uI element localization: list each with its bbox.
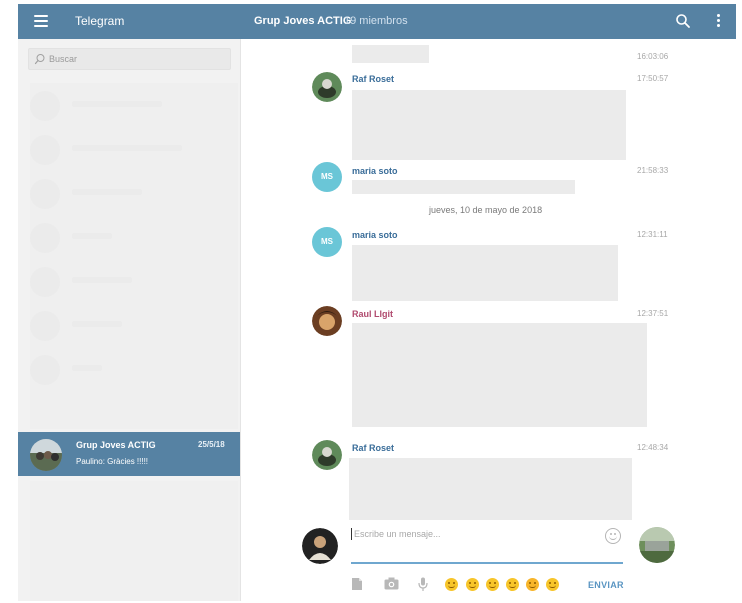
avatar[interactable]: MS bbox=[312, 227, 342, 257]
more-options-icon[interactable] bbox=[715, 14, 721, 30]
grin-emoji-icon[interactable] bbox=[466, 578, 479, 591]
message-time: 16:03:06 bbox=[637, 52, 669, 61]
active-chat-date: 25/5/18 bbox=[198, 440, 225, 449]
text-caret bbox=[351, 528, 352, 540]
message-content-blurred bbox=[352, 90, 626, 160]
message-content-blurred bbox=[352, 245, 618, 301]
search-placeholder: Buscar bbox=[49, 54, 78, 64]
avatar[interactable]: MS bbox=[312, 162, 342, 192]
message-sender[interactable]: maria soto bbox=[352, 166, 398, 176]
group-avatar bbox=[30, 439, 62, 471]
message-content-blurred bbox=[349, 458, 632, 520]
active-chat-name: Grup Joves ACTIG bbox=[76, 440, 156, 450]
peer-avatar[interactable] bbox=[639, 527, 675, 563]
smile-emoji-icon[interactable] bbox=[445, 578, 458, 591]
chat-title[interactable]: Grup Joves ACTIG bbox=[254, 15, 351, 27]
camera-icon[interactable] bbox=[384, 577, 399, 590]
active-chat-item[interactable]: Grup Joves ACTIG 25/5/18 Paulino: Gràcie… bbox=[18, 432, 240, 476]
message-sender[interactable]: Raf Roset bbox=[352, 443, 394, 453]
message-time: 12:31:11 bbox=[637, 230, 668, 239]
list-item[interactable] bbox=[28, 351, 228, 391]
heart-eyes-emoji-icon[interactable] bbox=[526, 578, 539, 591]
message-time: 17:50:57 bbox=[637, 74, 669, 83]
message-sender[interactable]: Raul Llgit bbox=[352, 309, 393, 319]
emoji-picker-icon[interactable] bbox=[605, 528, 621, 544]
message-content-blurred bbox=[352, 45, 429, 63]
message-time: 21:58:33 bbox=[637, 166, 669, 175]
list-item[interactable] bbox=[28, 307, 228, 347]
list-item[interactable] bbox=[28, 87, 228, 127]
chat-list-sidebar: Buscar Grup Joves ACTIG 25/5/18 Paulino:… bbox=[18, 39, 241, 601]
message-time: 12:37:51 bbox=[637, 309, 669, 318]
microphone-icon[interactable] bbox=[418, 577, 428, 592]
app-title: Telegram bbox=[75, 14, 125, 28]
message-sender[interactable]: maria soto bbox=[352, 230, 398, 240]
sad-emoji-icon[interactable] bbox=[506, 578, 519, 591]
message-input[interactable]: Escribe un mensaje... bbox=[351, 524, 623, 564]
blush-emoji-icon[interactable] bbox=[486, 578, 499, 591]
date-separator: jueves, 10 de mayo de 2018 bbox=[429, 205, 543, 215]
list-item[interactable] bbox=[28, 175, 228, 215]
list-item[interactable] bbox=[28, 131, 228, 171]
top-bar: Telegram Grup Joves ACTIG 19 miembros bbox=[18, 4, 736, 39]
send-button[interactable]: ENVIAR bbox=[588, 580, 624, 590]
message-content-blurred bbox=[352, 323, 647, 427]
active-chat-preview: Paulino: Gràcies !!!!! bbox=[76, 457, 149, 466]
blurred-chat-list-bottom bbox=[30, 481, 238, 601]
grimace-emoji-icon[interactable] bbox=[546, 578, 559, 591]
chat-members-count[interactable]: 19 miembros bbox=[344, 15, 408, 27]
list-item[interactable] bbox=[28, 263, 228, 303]
search-input[interactable]: Buscar bbox=[28, 48, 231, 70]
avatar[interactable] bbox=[312, 440, 342, 470]
search-icon[interactable] bbox=[675, 13, 691, 29]
message-input-placeholder: Escribe un mensaje... bbox=[354, 529, 441, 539]
my-avatar[interactable] bbox=[302, 528, 338, 564]
document-icon[interactable] bbox=[351, 577, 363, 591]
message-time: 12:48:34 bbox=[637, 443, 669, 452]
avatar[interactable] bbox=[312, 72, 342, 102]
list-item[interactable] bbox=[28, 219, 228, 259]
hamburger-menu-icon[interactable] bbox=[34, 15, 48, 27]
message-content-blurred bbox=[352, 180, 575, 194]
search-icon bbox=[34, 54, 45, 65]
message-sender[interactable]: Raf Roset bbox=[352, 74, 394, 84]
messages-pane: 16:03:06 Raf Roset 17:50:57 MS maria sot… bbox=[241, 39, 736, 601]
avatar[interactable] bbox=[312, 306, 342, 336]
